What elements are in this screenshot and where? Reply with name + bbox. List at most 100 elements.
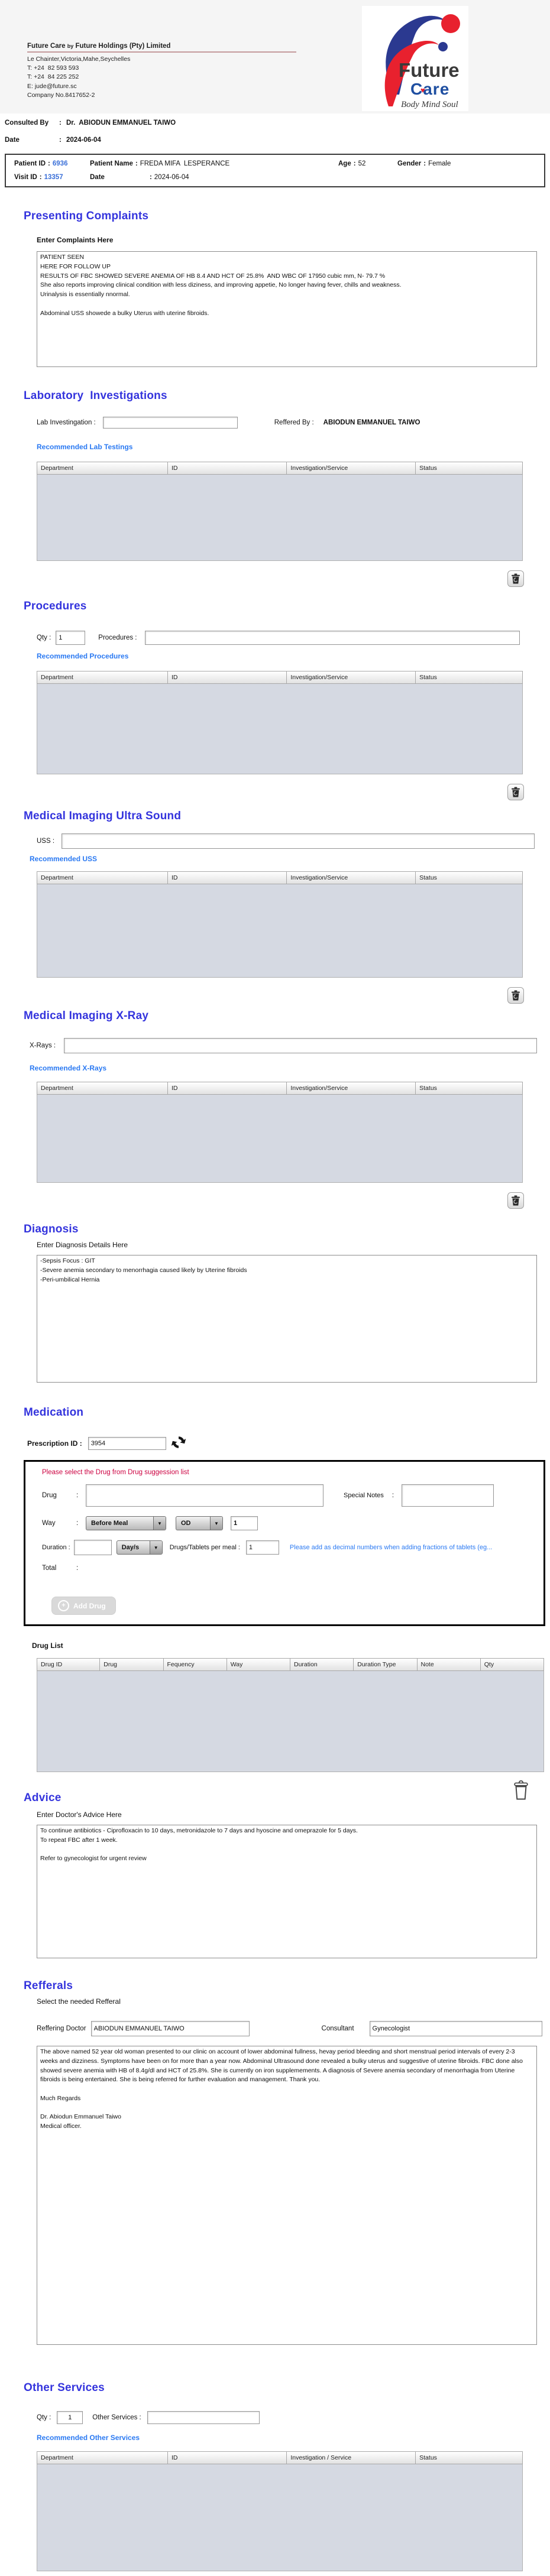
column-header-investigation-service: Investigation/Service: [287, 1082, 416, 1095]
patient-id-value: 6936: [52, 160, 68, 167]
refresh-prescription-button[interactable]: [171, 1435, 186, 1452]
section-title-laboratory-investigations: Laboratory Investigations: [24, 390, 167, 402]
column-header-duration-type: Duration Type: [354, 1658, 418, 1671]
reffering-doctor-input[interactable]: [90, 2021, 250, 2036]
drug-list-label: Drug List: [32, 1641, 63, 1650]
lab-investigation-input[interactable]: [102, 417, 238, 429]
svg-text:Future: Future: [399, 59, 460, 81]
refferal-subtitle: Select the needed Refferal: [37, 1997, 121, 2006]
advice-textarea[interactable]: To continue antibiotics - Ciprofloxacin …: [37, 1825, 537, 1958]
svg-text:Care: Care: [410, 80, 449, 98]
section-title-other-services: Other Services: [24, 2382, 105, 2394]
refferal-letter-textarea[interactable]: The above named 52 year old woman presen…: [37, 2046, 537, 2345]
age-value: 52: [358, 160, 366, 167]
duration-unit-select[interactable]: Day/s ▼: [116, 1540, 163, 1555]
prescription-id-input[interactable]: [88, 1436, 166, 1450]
section-title-medical-imaging-xray: Medical Imaging X-Ray: [24, 1010, 149, 1022]
column-header-department: Department: [37, 462, 168, 475]
delete-lab-test-button[interactable]: [507, 570, 524, 587]
total-label: Total: [42, 1565, 57, 1572]
procedures-qty-input[interactable]: [56, 631, 86, 645]
other-services-input[interactable]: [147, 2411, 260, 2424]
svg-text:Body Mind Soul: Body Mind Soul: [401, 100, 458, 109]
advice-label: Enter Doctor's Advice Here: [37, 1811, 122, 1819]
uss-label: USS :: [37, 838, 55, 845]
other-services-qty-label: Qty :: [37, 2414, 51, 2421]
column-header-department: Department: [37, 871, 168, 884]
gender-value: Female: [428, 160, 451, 167]
uss-input[interactable]: [62, 833, 535, 849]
email-line: E: jude@future.sc: [27, 82, 77, 90]
future-care-logo: Future Care ♥ Body Mind Soul: [362, 6, 468, 111]
delete-xray-button[interactable]: [507, 1192, 524, 1209]
special-notes-input[interactable]: [401, 1484, 494, 1507]
drug-list-table: Drug ID Drug Fequency Way Duration Durat…: [37, 1658, 544, 1772]
referred-by-label: Reffered By :: [274, 419, 314, 426]
letterhead: Future Care by Future Holdings (Pty) Lim…: [0, 0, 550, 113]
table-header-row: Department ID Investigation/Service Stat…: [37, 1082, 523, 1095]
column-header-status: Status: [416, 871, 523, 884]
age-label: Age: [338, 160, 351, 167]
company-info: Future Care by Future Holdings (Pty) Lim…: [27, 43, 305, 100]
column-header-id: ID: [167, 2451, 287, 2464]
way-qty-input[interactable]: [231, 1516, 258, 1530]
column-header-drug-id: Drug ID: [37, 1658, 101, 1671]
referred-by-value: ABIODUN EMMANUEL TAIWO: [323, 419, 420, 426]
drug-table-body-empty: [37, 1671, 544, 1772]
frequency-select[interactable]: OD ▼: [176, 1516, 223, 1530]
logo-red-dot: [441, 14, 460, 33]
special-notes-label: Special Notes: [344, 1492, 384, 1499]
uss-table-body-empty: [37, 884, 523, 978]
column-header-qty: Qty: [480, 1658, 544, 1671]
plus-circle-icon: +: [58, 1600, 69, 1611]
complaints-label: Enter Complaints Here: [37, 236, 114, 244]
heart-icon: ♥: [420, 86, 425, 95]
procedures-qty-label: Qty :: [37, 634, 51, 641]
table-header-row: Department ID Investigation / Service St…: [37, 2451, 523, 2464]
consult-date-label: Date: [5, 137, 20, 144]
column-header-frequency: Fequency: [163, 1658, 227, 1671]
drug-input[interactable]: [86, 1484, 323, 1507]
phone-line-2: T: +24 84 225 252: [27, 73, 79, 81]
procedures-table: Department ID Investigation/Service Stat…: [37, 671, 523, 774]
trash-icon: [514, 1780, 528, 1800]
logo-blue-dot: [438, 42, 448, 51]
delete-drug-button[interactable]: [513, 1780, 529, 1802]
logo-graphic: Future Care ♥ Body Mind Soul: [384, 14, 460, 109]
complaints-textarea[interactable]: PATIENT SEEN HERE FOR FOLLOW UP RESULTS …: [37, 251, 537, 367]
patient-id-label: Patient ID: [14, 160, 46, 167]
section-title-advice: Advice: [24, 1792, 62, 1804]
per-meal-input[interactable]: [245, 1540, 279, 1555]
meal-timing-select[interactable]: Before Meal ▼: [86, 1516, 166, 1530]
chevron-down-icon: ▼: [210, 1517, 222, 1530]
consulted-by-value: Dr. ABIODUN EMMANUEL TAIWO: [66, 119, 176, 126]
duration-label: Duration :: [42, 1544, 70, 1551]
duration-input[interactable]: [73, 1540, 112, 1555]
other-services-table: Department ID Investigation / Service St…: [37, 2451, 523, 2571]
delete-procedure-button[interactable]: [507, 784, 524, 800]
column-header-investigation-service: Investigation/Service: [287, 871, 416, 884]
add-drug-button[interactable]: + Add Drug: [51, 1597, 116, 1615]
other-services-table-body-empty: [37, 2464, 523, 2571]
trash-icon: [512, 787, 520, 797]
trash-icon: [512, 1195, 520, 1206]
table-header-row: Department ID Investigation/Service Stat…: [37, 671, 523, 684]
lab-tests-table: Department ID Investigation/Service Stat…: [37, 462, 523, 561]
gender-label: Gender: [397, 160, 422, 167]
diagnosis-textarea[interactable]: -Sepsis Focus : GIT -Severe anemia secon…: [37, 1255, 537, 1383]
procedures-input[interactable]: [145, 631, 520, 645]
xray-table: Department ID Investigation/Service Stat…: [37, 1082, 523, 1183]
diagnosis-label: Enter Diagnosis Details Here: [37, 1241, 128, 1249]
column-header-status: Status: [416, 462, 523, 475]
consulted-by-label: Consulted By: [5, 119, 49, 126]
consultant-input[interactable]: [369, 2021, 542, 2036]
other-services-qty-input[interactable]: [57, 2411, 83, 2424]
delete-uss-button[interactable]: [507, 987, 524, 1004]
xrays-input[interactable]: [64, 1038, 538, 1053]
visit-date-label: Date: [90, 174, 105, 181]
other-services-label: Other Services :: [92, 2414, 141, 2421]
way-row: Way : Before Meal ▼ OD ▼: [42, 1516, 543, 1530]
prescription-form: Please select the Drug from Drug suggess…: [24, 1460, 545, 1626]
procedures-table-body-empty: [37, 684, 523, 774]
company-number-line: Company No.8417652-2: [27, 91, 95, 99]
